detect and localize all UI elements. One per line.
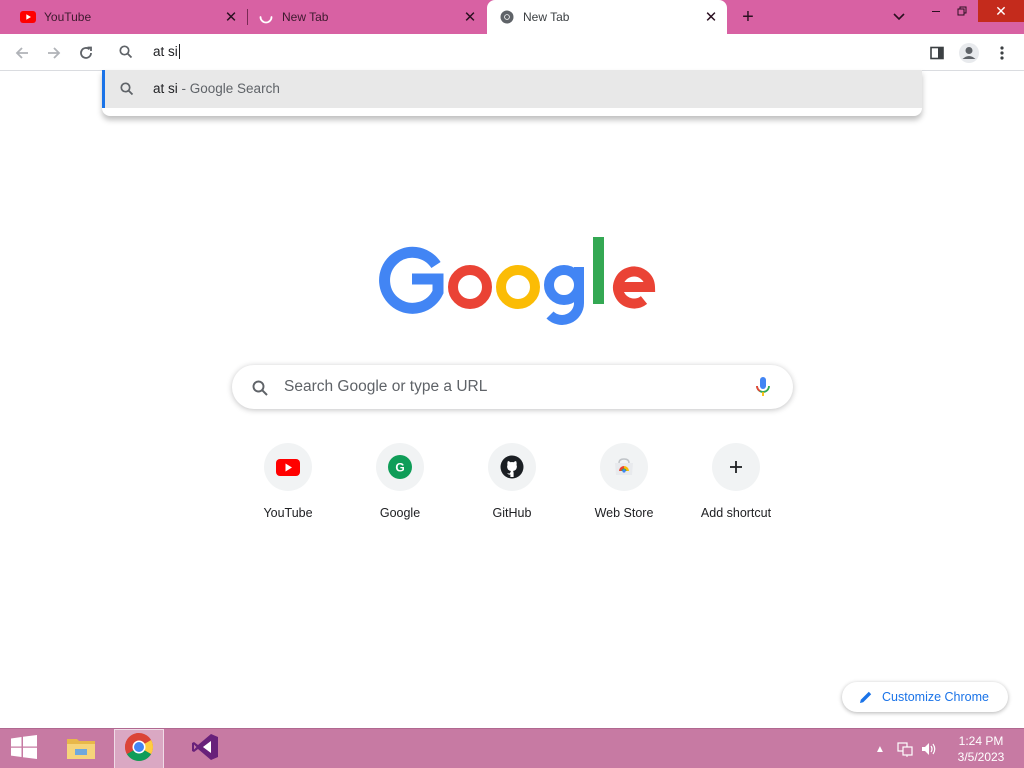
search-icon — [119, 81, 135, 97]
tab-new-tab-active[interactable]: New Tab ✕ — [487, 0, 727, 34]
chrome-taskbar-button[interactable] — [114, 729, 164, 768]
search-placeholder: Search Google or type a URL — [284, 378, 488, 395]
close-window-button[interactable]: ✕ — [978, 0, 1024, 22]
close-tab-icon[interactable]: ✕ — [223, 9, 239, 26]
tab-search-chevron-icon[interactable] — [889, 7, 909, 27]
web-store-icon — [600, 443, 648, 491]
customize-chrome-button[interactable]: Customize Chrome — [842, 682, 1008, 712]
show-hidden-icons-icon[interactable]: ▲ — [872, 729, 888, 768]
shortcut-label: Google — [379, 506, 421, 520]
tab-title: YouTube — [44, 10, 92, 24]
tab-strip: YouTube ✕ New Tab ✕ New Tab ✕ + ✕ — [0, 0, 1024, 34]
suggestion-query: at si — [153, 81, 178, 96]
shortcut-grid: YouTube G Google GitHub Web Store Add sh… — [232, 443, 792, 533]
windows-logo-icon — [10, 734, 38, 764]
omnibox-input[interactable]: at si — [153, 44, 180, 59]
tab-new-tab-loading[interactable]: New Tab ✕ — [248, 0, 486, 34]
file-explorer-taskbar-button[interactable] — [58, 729, 104, 768]
pencil-icon — [858, 689, 874, 705]
network-icon[interactable] — [894, 729, 916, 768]
chrome-icon — [499, 9, 515, 25]
close-tab-icon[interactable]: ✕ — [703, 9, 719, 26]
search-icon — [118, 44, 134, 60]
profile-avatar-icon[interactable] — [956, 40, 982, 66]
start-button[interactable] — [4, 729, 44, 768]
search-icon — [251, 379, 269, 397]
suggestion-google-search[interactable]: at si - Google Search — [102, 70, 922, 108]
svg-text:G: G — [395, 461, 404, 475]
github-icon — [488, 443, 536, 491]
loading-spinner-icon — [258, 9, 274, 25]
tab-title: New Tab — [282, 10, 329, 24]
side-panel-icon[interactable] — [924, 40, 950, 66]
windows-taskbar: ▲ 1:24 PM 3/5/2023 — [0, 728, 1024, 768]
text-caret — [178, 44, 180, 59]
suggestion-separator: - — [177, 81, 190, 96]
forward-arrow-icon[interactable] — [41, 40, 67, 66]
shortcut-github[interactable]: GitHub — [456, 443, 568, 533]
restore-button[interactable] — [947, 0, 977, 22]
shortcut-youtube[interactable]: YouTube — [232, 443, 344, 533]
visual-studio-taskbar-button[interactable] — [182, 729, 228, 768]
youtube-icon — [20, 9, 36, 25]
microphone-icon[interactable] — [754, 376, 772, 398]
folder-icon — [65, 733, 97, 766]
kebab-menu-icon[interactable] — [989, 40, 1015, 66]
omnibox-suggestions: at si - Google Search — [102, 70, 922, 116]
omnibox[interactable]: at si — [102, 34, 922, 70]
shortcut-label: Add shortcut — [700, 506, 772, 520]
youtube-icon — [264, 443, 312, 491]
shortcut-google[interactable]: G Google — [344, 443, 456, 533]
shortcut-label: YouTube — [263, 506, 313, 520]
tab-title: New Tab — [523, 10, 570, 24]
google-logo — [379, 237, 656, 325]
shortcut-web-store[interactable]: Web Store — [568, 443, 680, 533]
tab-youtube[interactable]: YouTube ✕ — [0, 0, 247, 34]
google-icon: G — [376, 443, 424, 491]
clock-time: 1:24 PM — [958, 734, 1004, 748]
customize-chrome-label: Customize Chrome — [882, 690, 989, 704]
shortcut-add[interactable]: Add shortcut — [680, 443, 792, 533]
volume-icon[interactable] — [918, 729, 940, 768]
new-tab-button[interactable]: + — [736, 5, 760, 29]
plus-icon — [712, 443, 760, 491]
clock-date: 3/5/2023 — [957, 750, 1005, 764]
shortcut-label: GitHub — [492, 506, 532, 520]
suggestion-text: at si - Google Search — [153, 81, 280, 96]
reload-icon[interactable] — [73, 40, 99, 66]
close-tab-icon[interactable]: ✕ — [462, 9, 478, 26]
shortcut-label: Web Store — [594, 506, 654, 520]
ntp-search-box[interactable]: Search Google or type a URL — [232, 365, 793, 409]
back-arrow-icon[interactable] — [9, 40, 35, 66]
visual-studio-icon — [190, 732, 220, 767]
taskbar-clock[interactable]: 1:24 PM 3/5/2023 — [950, 733, 1012, 765]
suggestion-source: Google Search — [189, 81, 280, 96]
chrome-icon — [124, 732, 154, 767]
omnibox-value: at si — [153, 44, 178, 59]
